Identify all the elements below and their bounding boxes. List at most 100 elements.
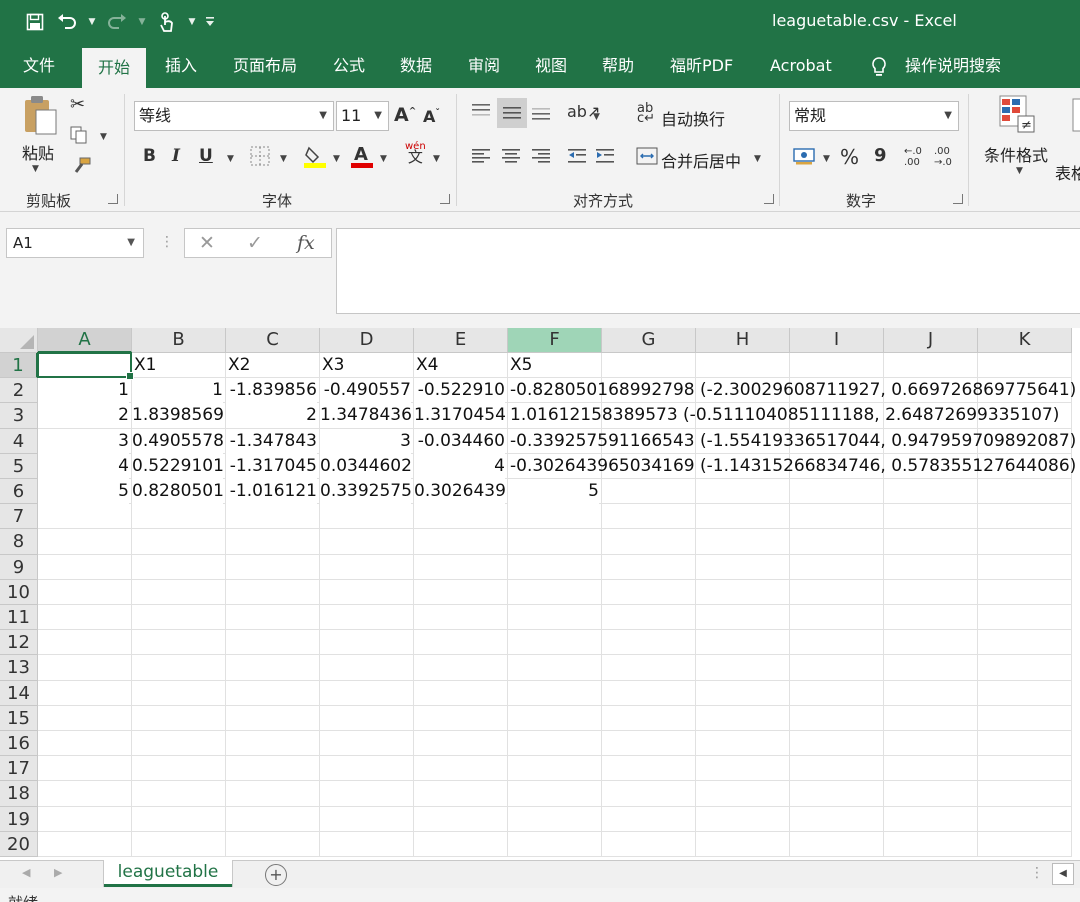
cell-e2[interactable]: -0.522910 (414, 378, 505, 404)
cell-d2[interactable]: -0.490557 (320, 378, 411, 404)
tell-me-search[interactable]: 操作说明搜索 (905, 44, 1001, 88)
cell-d4[interactable]: 3 (320, 428, 411, 454)
merge-center-icon[interactable] (636, 146, 658, 171)
cell-f2[interactable]: -0.828050168992798 (-2.30029608711927, 0… (510, 378, 1076, 403)
decrease-decimal-icon[interactable]: .00 →.0 (934, 146, 952, 168)
format-as-table-icon[interactable] (1072, 98, 1080, 137)
cell-c5[interactable]: -1.317045 (226, 453, 317, 479)
column-header-g[interactable]: G (602, 328, 696, 353)
font-name-combo[interactable]: 等线 ▼ (134, 101, 334, 131)
cell-c4[interactable]: -1.347843 (226, 428, 317, 454)
cell-c3[interactable]: 2 (226, 403, 317, 429)
touch-dropdown-icon[interactable]: ▼ (186, 10, 198, 34)
row-header-3[interactable]: 3 (0, 403, 38, 429)
cell-c6[interactable]: -1.016121 (226, 479, 317, 504)
align-middle-icon[interactable] (497, 98, 527, 128)
cell-e3[interactable]: 1.3170454 (414, 403, 506, 429)
column-header-j[interactable]: J (884, 328, 978, 353)
tab-page-layout[interactable]: 页面布局 (233, 44, 297, 88)
cell-c1[interactable]: X2 (228, 353, 250, 378)
tab-view[interactable]: 视图 (535, 44, 567, 88)
cell-a6[interactable]: 5 (38, 479, 129, 504)
cell-b1[interactable]: X1 (134, 353, 156, 378)
row-header-19[interactable]: 19 (0, 806, 38, 832)
align-left-icon[interactable] (470, 146, 492, 171)
undo-dropdown-icon[interactable]: ▼ (86, 10, 98, 34)
paste-icon[interactable] (22, 94, 58, 141)
italic-button[interactable]: I (172, 146, 180, 166)
redo-dropdown-icon[interactable]: ▼ (136, 10, 148, 34)
conditional-format-dropdown-icon[interactable]: ▼ (1016, 166, 1023, 176)
wrap-text-icon[interactable]: ab c↵ (637, 102, 655, 125)
cell-b3[interactable]: 1.8398569 (132, 403, 224, 429)
merge-dropdown-icon[interactable]: ▼ (754, 154, 761, 164)
row-header-10[interactable]: 10 (0, 579, 38, 605)
copy-icon[interactable] (70, 126, 88, 149)
tab-acrobat[interactable]: Acrobat (770, 44, 832, 88)
border-dropdown-icon[interactable]: ▼ (280, 154, 287, 164)
tab-formulas[interactable]: 公式 (333, 44, 365, 88)
phonetic-icon[interactable]: wén 文 (405, 142, 426, 165)
cut-icon[interactable]: ✂ (70, 94, 85, 115)
row-header-16[interactable]: 16 (0, 731, 38, 757)
column-header-e[interactable]: E (414, 328, 508, 353)
column-header-i[interactable]: I (790, 328, 884, 353)
format-painter-icon[interactable] (70, 156, 92, 181)
cell-b6[interactable]: 0.8280501 (132, 479, 224, 504)
column-header-k[interactable]: K (978, 328, 1072, 353)
accounting-format-icon[interactable] (793, 146, 815, 171)
decrease-indent-icon[interactable] (566, 146, 588, 171)
formula-input[interactable] (336, 228, 1080, 314)
add-sheet-icon[interactable]: + (265, 864, 287, 886)
cell-c2[interactable]: -1.839856 (226, 378, 317, 404)
clipboard-launcher-icon[interactable] (108, 194, 118, 204)
name-box[interactable]: A1 ▼ (6, 228, 144, 258)
cell-d6[interactable]: 0.3392575 (320, 479, 412, 504)
enter-icon[interactable]: ✓ (247, 229, 263, 257)
cell-b4[interactable]: 0.4905578 (132, 428, 224, 454)
prev-sheet-icon[interactable]: ◀ (22, 866, 30, 879)
undo-icon[interactable] (54, 10, 80, 34)
column-header-f[interactable]: F (508, 328, 602, 353)
column-header-c[interactable]: C (226, 328, 320, 353)
cell-f5[interactable]: -0.302643965034169 (-1.14315266834746, 0… (510, 454, 1076, 479)
column-header-a[interactable]: A (38, 328, 132, 353)
row-header-9[interactable]: 9 (0, 554, 38, 580)
fill-color-dropdown-icon[interactable]: ▼ (333, 154, 340, 164)
tab-foxit-pdf[interactable]: 福昕PDF (670, 44, 733, 88)
row-header-11[interactable]: 11 (0, 605, 38, 631)
row-header-17[interactable]: 17 (0, 756, 38, 782)
row-header-6[interactable]: 6 (0, 479, 38, 505)
font-color-icon[interactable]: A (350, 142, 374, 173)
tab-data[interactable]: 数据 (400, 44, 432, 88)
scroll-left-icon[interactable]: ◀ (1052, 863, 1074, 885)
tab-help[interactable]: 帮助 (602, 44, 634, 88)
cell-a3[interactable]: 2 (38, 403, 129, 429)
underline-button[interactable]: U (199, 146, 213, 166)
conditional-format-button[interactable]: 条件格式 (984, 142, 1048, 166)
cell-f1[interactable]: X5 (510, 353, 532, 378)
row-header-4[interactable]: 4 (0, 428, 38, 454)
save-icon[interactable] (22, 10, 48, 34)
merge-center-button[interactable]: 合并后居中 (661, 148, 741, 172)
splitter-dots-icon[interactable]: ⋮ (1030, 865, 1044, 881)
column-header-h[interactable]: H (696, 328, 790, 353)
number-launcher-icon[interactable] (953, 194, 963, 204)
cell-b2[interactable]: 1 (132, 378, 223, 404)
row-header-2[interactable]: 2 (0, 378, 38, 404)
align-top-icon[interactable] (470, 102, 492, 127)
cell-e1[interactable]: X4 (416, 353, 438, 378)
paste-dropdown-icon[interactable]: ▼ (32, 164, 39, 174)
alignment-launcher-icon[interactable] (764, 194, 774, 204)
wrap-text-button[interactable]: 自动换行 (661, 106, 725, 130)
row-header-7[interactable]: 7 (0, 504, 38, 530)
border-icon[interactable] (250, 146, 270, 171)
column-header-d[interactable]: D (320, 328, 414, 353)
sheet-tab-leaguetable[interactable]: leaguetable (104, 860, 232, 887)
cell-d1[interactable]: X3 (322, 353, 344, 378)
row-header-12[interactable]: 12 (0, 630, 38, 656)
row-header-20[interactable]: 20 (0, 831, 38, 857)
font-color-dropdown-icon[interactable]: ▼ (380, 154, 387, 164)
lightbulb-icon[interactable] (870, 44, 888, 88)
cell-e4[interactable]: -0.034460 (414, 428, 505, 454)
